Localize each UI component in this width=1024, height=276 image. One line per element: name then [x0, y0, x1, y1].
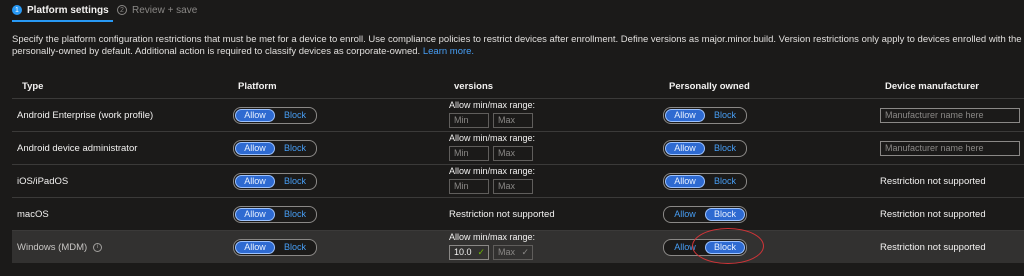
allow-option[interactable]: Allow	[665, 208, 705, 221]
wizard-steps: 1 Platform settings 2 Review + save	[0, 0, 1024, 22]
learn-more-link[interactable]: Learn more.	[423, 46, 474, 57]
step-platform-settings[interactable]: 1 Platform settings	[12, 0, 113, 22]
max-placeholder: Max	[498, 181, 516, 191]
max-version-input[interactable]: Max	[493, 146, 533, 161]
check-icon: ✓	[477, 247, 485, 257]
block-option[interactable]: Block	[705, 109, 745, 122]
header-versions: versions	[454, 81, 494, 92]
range-label: Allow min/max range:	[449, 166, 536, 176]
platform-toggle: Allow Block	[233, 139, 317, 157]
step-label-review-save: Review + save	[132, 4, 198, 16]
personally-owned-toggle: Allow Block	[663, 172, 747, 190]
max-placeholder: Max	[498, 115, 516, 125]
max-version-input[interactable]: Max	[493, 179, 533, 194]
allow-option[interactable]: Allow	[235, 240, 275, 254]
personally-owned-toggle: Allow Block	[663, 106, 747, 124]
block-option[interactable]: Block	[275, 109, 315, 122]
personally-owned-toggle: Allow Block	[663, 238, 747, 256]
max-placeholder: Max	[498, 247, 516, 257]
min-version-input[interactable]: 10.0 ✓	[449, 245, 489, 260]
header-personally-owned: Personally owned	[669, 81, 750, 92]
personally-owned-toggle: Allow Block	[663, 205, 747, 223]
allow-option[interactable]: Allow	[235, 108, 275, 122]
row-type: Windows (MDM) i	[17, 231, 103, 263]
block-option[interactable]: Block	[705, 207, 745, 221]
header-platform: Platform	[238, 81, 277, 92]
min-placeholder: Min	[454, 115, 469, 125]
block-option[interactable]: Block	[275, 142, 315, 155]
info-icon[interactable]: i	[93, 242, 103, 252]
range-label: Allow min/max range:	[449, 232, 536, 242]
allow-option[interactable]: Allow	[235, 174, 275, 188]
table-row: macOS Allow Block Restriction not suppor…	[12, 197, 1024, 230]
description-line-2: personally-owned by default. Additional …	[12, 46, 421, 57]
max-version-input[interactable]: Max ✓	[493, 245, 533, 260]
manufacturer-input[interactable]: Manufacturer name here	[880, 107, 1020, 123]
block-option[interactable]: Block	[705, 240, 745, 254]
min-placeholder: Min	[454, 148, 469, 158]
row-type: Android device administrator	[17, 142, 138, 154]
allow-option[interactable]: Allow	[235, 207, 275, 221]
personally-owned-toggle: Allow Block	[663, 139, 747, 157]
manufacturer-input[interactable]: Manufacturer name here	[880, 140, 1020, 156]
step-number-2: 2	[117, 5, 127, 15]
table-row-selected: Windows (MDM) i Allow Block Allow min/ma…	[12, 230, 1024, 263]
header-device-manufacturer: Device manufacturer	[885, 81, 979, 92]
check-icon: ✓	[521, 247, 529, 257]
allow-option[interactable]: Allow	[235, 141, 275, 155]
table-row: iOS/iPadOS Allow Block Allow min/max ran…	[12, 164, 1024, 197]
row-type: iOS/iPadOS	[17, 175, 69, 187]
restriction-not-supported: Restriction not supported	[880, 208, 986, 220]
allow-option[interactable]: Allow	[665, 108, 705, 122]
min-version-input[interactable]: Min	[449, 146, 489, 161]
platform-toggle: Allow Block	[233, 106, 317, 124]
platform-toggle: Allow Block	[233, 205, 317, 223]
block-option[interactable]: Block	[275, 241, 315, 254]
range-label: Allow min/max range:	[449, 100, 536, 110]
step-label-platform-settings: Platform settings	[27, 4, 109, 16]
restriction-not-supported: Restriction not supported	[880, 175, 986, 187]
row-type: Android Enterprise (work profile)	[17, 109, 154, 121]
max-placeholder: Max	[498, 148, 516, 158]
max-version-input[interactable]: Max	[493, 113, 533, 128]
table-row: Android Enterprise (work profile) Allow …	[12, 98, 1024, 131]
description: Specify the platform configuration restr…	[12, 34, 1022, 58]
table-row: Android device administrator Allow Block…	[12, 131, 1024, 164]
min-placeholder: Min	[454, 181, 469, 191]
block-option[interactable]: Block	[705, 175, 745, 188]
block-option[interactable]: Block	[275, 175, 315, 188]
row-type: macOS	[17, 208, 49, 220]
step-review-save[interactable]: 2 Review + save	[117, 0, 197, 20]
row-type-label: Windows (MDM)	[17, 241, 88, 253]
range-label: Allow min/max range:	[449, 133, 536, 143]
min-version-value: 10.0	[454, 247, 472, 257]
platform-toggle: Allow Block	[233, 238, 317, 256]
block-option[interactable]: Block	[705, 142, 745, 155]
min-version-input[interactable]: Min	[449, 179, 489, 194]
header-type: Type	[22, 81, 44, 92]
versions-not-supported: Restriction not supported	[449, 208, 555, 220]
min-version-input[interactable]: Min	[449, 113, 489, 128]
restriction-not-supported: Restriction not supported	[880, 241, 986, 253]
block-option[interactable]: Block	[275, 208, 315, 221]
allow-option[interactable]: Allow	[665, 174, 705, 188]
platform-toggle: Allow Block	[233, 172, 317, 190]
description-line-1: Specify the platform configuration restr…	[12, 34, 1022, 45]
step-number-1: 1	[12, 5, 22, 15]
allow-option[interactable]: Allow	[665, 141, 705, 155]
allow-option[interactable]: Allow	[665, 241, 705, 254]
